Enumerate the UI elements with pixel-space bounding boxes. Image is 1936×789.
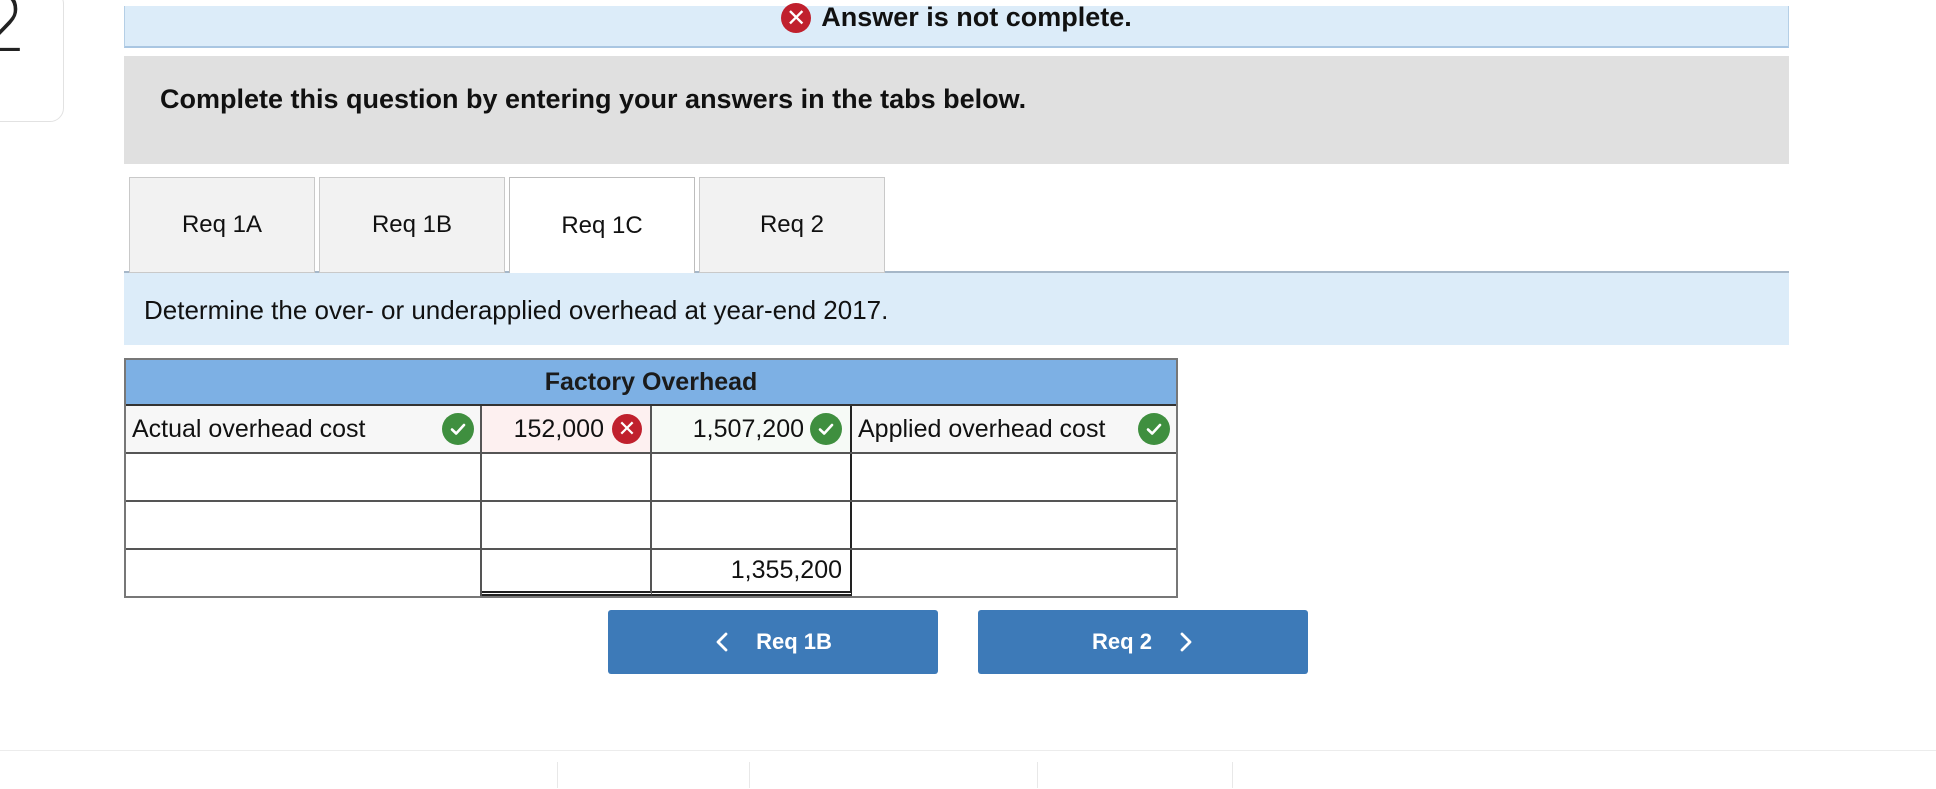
error-x-icon: ✕ [781, 2, 812, 33]
chevron-right-icon [1180, 632, 1192, 652]
right-amount-value: 1,507,200 [692, 414, 804, 443]
answer-status-banner: ✕ Answer is not complete. [124, 2, 1789, 48]
left-label-value: Actual overhead cost [132, 414, 366, 443]
right-amount-cell[interactable] [652, 454, 852, 500]
left-amount-value: 152,000 [513, 414, 604, 443]
tab-req-1a[interactable]: Req 1A [129, 177, 315, 273]
banner-text: Answer is not complete. [821, 2, 1132, 32]
footer-divider [1232, 762, 1233, 788]
t-account-title: Factory Overhead [126, 360, 1176, 406]
table-row [126, 454, 1176, 502]
right-label-value: Applied overhead cost [858, 414, 1106, 443]
right-label-cell[interactable]: Applied overhead cost [852, 406, 1176, 452]
left-total-cell[interactable] [482, 550, 652, 596]
table-row: Actual overhead cost 152,000 ✕ 1,507,200… [126, 406, 1176, 454]
right-label-cell[interactable] [852, 502, 1176, 548]
correct-check-icon [442, 413, 474, 445]
left-label-cell[interactable] [126, 502, 482, 548]
tab-label: Req 2 [759, 211, 825, 238]
tab-label: Req 1C [561, 211, 643, 239]
requirement-tabs: Req 1A Req 1B Req 1C Req 2 [124, 177, 1789, 275]
instructions-panel: Complete this question by entering your … [124, 56, 1789, 164]
right-label-cell[interactable] [852, 550, 1176, 596]
left-label-cell[interactable] [126, 550, 482, 596]
incorrect-x-icon: ✕ [612, 414, 642, 444]
table-row [126, 502, 1176, 550]
correct-check-icon [1138, 413, 1170, 445]
tab-req-1c[interactable]: Req 1C [509, 177, 695, 275]
tab-req-2[interactable]: Req 2 [699, 177, 885, 273]
question-prompt: Determine the over- or underapplied over… [124, 273, 1789, 345]
footer-divider [1037, 762, 1038, 788]
question-number: 2 [0, 0, 28, 70]
tab-label: Req 1B [371, 211, 453, 238]
right-amount-cell[interactable] [652, 502, 852, 548]
right-label-cell[interactable] [852, 454, 1176, 500]
prompt-text: Determine the over- or underapplied over… [144, 295, 889, 325]
tab-label: Req 1A [181, 211, 263, 238]
prev-req-button[interactable]: Req 1B [608, 610, 938, 674]
next-req-label: Req 2 [1092, 629, 1152, 654]
factory-overhead-t-account: Factory Overhead Actual overhead cost 15… [124, 358, 1178, 598]
page-footer [0, 750, 1936, 789]
instructions-text: Complete this question by entering your … [160, 84, 1027, 114]
left-label-cell[interactable] [126, 454, 482, 500]
right-total-value: 1,355,200 [730, 556, 842, 584]
left-amount-cell[interactable] [482, 454, 652, 500]
table-row-total: 1,355,200 [126, 550, 1176, 596]
left-label-cell[interactable]: Actual overhead cost [126, 406, 482, 452]
chevron-left-icon [716, 632, 728, 652]
footer-divider [557, 762, 558, 788]
correct-check-icon [810, 413, 842, 445]
left-amount-cell[interactable] [482, 502, 652, 548]
footer-divider [749, 762, 750, 788]
left-amount-cell[interactable]: 152,000 ✕ [482, 406, 652, 452]
tab-req-1b[interactable]: Req 1B [319, 177, 505, 273]
right-amount-cell[interactable]: 1,507,200 [652, 406, 852, 452]
right-total-cell[interactable]: 1,355,200 [652, 550, 852, 596]
next-req-button[interactable]: Req 2 [978, 610, 1308, 674]
prev-req-label: Req 1B [756, 629, 832, 654]
